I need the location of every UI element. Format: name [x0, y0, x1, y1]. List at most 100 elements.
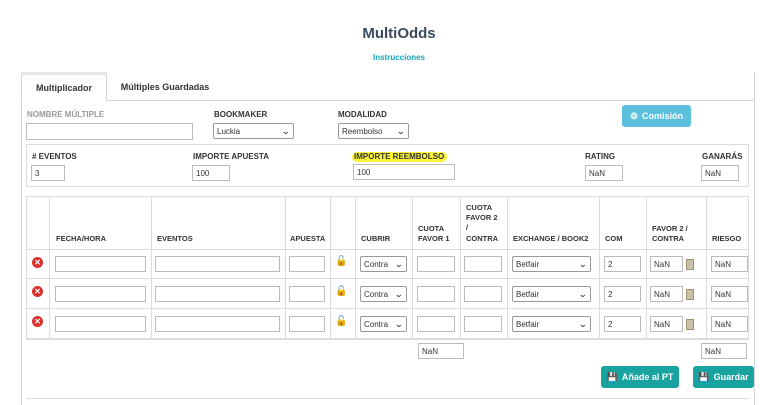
ganaras-value: NaN — [701, 165, 739, 181]
cuota1-input[interactable] — [417, 286, 455, 302]
th-com: COM — [605, 234, 623, 243]
th-favor2-a: FAVOR 2 / — [652, 224, 688, 233]
th-cubrir: CUBRIR — [361, 234, 391, 243]
calculator-icon[interactable] — [686, 289, 694, 300]
modalidad-label: MODALIDAD — [338, 110, 387, 119]
chevron-down-icon: ⌄ — [394, 288, 404, 299]
eventos-input[interactable]: 3 — [31, 165, 65, 181]
save-icon: 💾 — [606, 371, 618, 382]
table-header-divider — [26, 249, 749, 250]
cubrir-select[interactable]: Contra ⌄ — [360, 256, 407, 272]
th-eventos: EVENTOS — [157, 234, 193, 243]
lock-icon[interactable]: 🔓 — [335, 316, 347, 327]
th-apuesta: APUESTA — [290, 234, 326, 243]
tab-multiplicador[interactable]: Multiplicador — [21, 72, 107, 102]
gears-icon: ⚙ — [629, 110, 639, 121]
comision-label: Comisión — [642, 111, 684, 121]
th-cuota2-d: CONTRA — [466, 234, 499, 243]
chevron-down-icon: ⌄ — [578, 288, 588, 299]
fecha-input[interactable] — [55, 256, 146, 272]
evento-input[interactable] — [155, 286, 280, 302]
ganaras-label: GANARÁS — [702, 152, 743, 161]
fecha-input[interactable] — [55, 316, 146, 332]
chevron-down-icon: ⌄ — [394, 258, 404, 269]
cuota1-input[interactable] — [417, 256, 455, 272]
save-icon: 💾 — [698, 371, 710, 382]
riesgo-value: NaN — [711, 286, 748, 302]
cubrir-value: Contra — [364, 319, 389, 329]
exchange-select[interactable]: Betfair ⌄ — [512, 286, 591, 302]
th-cuota2-c: / — [466, 223, 469, 232]
cuota2-input[interactable] — [464, 256, 502, 272]
calculator-icon[interactable] — [686, 259, 694, 270]
cubrir-select[interactable]: Contra ⌄ — [360, 316, 407, 332]
evento-input[interactable] — [155, 256, 280, 272]
th-cuota2-b: FAVOR 2 — [466, 213, 498, 222]
delete-row-icon[interactable]: ✕ — [32, 316, 43, 327]
total-riesgo-value: NaN — [701, 343, 747, 359]
lock-icon[interactable]: 🔓 — [335, 286, 347, 297]
add-pt-button[interactable]: 💾 Añade al PT — [601, 366, 679, 388]
tab-multiples-guardadas[interactable]: Múltiples Guardadas — [110, 72, 220, 102]
evento-input[interactable] — [155, 316, 280, 332]
cuota2-input[interactable] — [464, 316, 502, 332]
cubrir-select[interactable]: Contra ⌄ — [360, 286, 407, 302]
favor2-value: NaN — [650, 286, 683, 302]
th-favor2-b: CONTRA — [652, 234, 685, 243]
rating-value: NaN — [585, 165, 623, 181]
save-button[interactable]: 💾 Guardar — [693, 366, 754, 388]
apuesta-input[interactable] — [289, 316, 325, 332]
th-cuota2-a: CUOTA — [466, 203, 493, 212]
cuota2-input[interactable] — [464, 286, 502, 302]
th-cuota1-a: CUOTA — [418, 224, 445, 233]
next-table-top — [26, 398, 749, 399]
importe-apuesta-label: IMPORTE APUESTA — [193, 152, 270, 161]
importe-apuesta-input[interactable]: 100 — [192, 165, 230, 181]
add-pt-label: Añade al PT — [621, 372, 674, 382]
delete-row-icon[interactable]: ✕ — [32, 286, 43, 297]
apuesta-input[interactable] — [289, 256, 325, 272]
chevron-down-icon: ⌄ — [396, 125, 406, 136]
importe-reembolso-input[interactable]: 100 — [353, 164, 455, 180]
chevron-down-icon: ⌄ — [578, 258, 588, 269]
save-label: Guardar — [713, 372, 749, 382]
chevron-down-icon: ⌄ — [578, 318, 588, 329]
instructions-link[interactable]: Instrucciones — [0, 53, 760, 62]
bookmaker-label: BOOKMAKER — [214, 110, 268, 119]
exchange-select[interactable]: Betfair ⌄ — [512, 316, 591, 332]
cubrir-value: Contra — [364, 259, 389, 269]
exchange-value: Betfair — [516, 319, 540, 329]
modalidad-value: Reembolso — [342, 126, 383, 136]
calculator-icon[interactable] — [686, 319, 694, 330]
modalidad-select[interactable]: Reembolso ⌄ — [338, 123, 409, 139]
nombre-input[interactable] — [26, 123, 193, 140]
importe-reembolso-label: IMPORTE REEMBOLSO — [354, 152, 445, 161]
chevron-down-icon: ⌄ — [394, 318, 404, 329]
nombre-label: NOMBRE MÚLTIPLE — [27, 110, 105, 119]
eventos-label: # EVENTOS — [32, 152, 77, 161]
bookmaker-value: Luckia — [217, 126, 241, 136]
chevron-down-icon: ⌄ — [281, 125, 291, 136]
lock-icon[interactable]: 🔓 — [335, 256, 347, 267]
bookmaker-select[interactable]: Luckia ⌄ — [213, 123, 294, 139]
delete-row-icon[interactable]: ✕ — [32, 257, 43, 268]
favor2-value: NaN — [650, 256, 683, 272]
riesgo-value: NaN — [711, 256, 748, 272]
com-input[interactable]: 2 — [604, 256, 641, 272]
exchange-value: Betfair — [516, 289, 540, 299]
com-input[interactable]: 2 — [604, 286, 641, 302]
favor2-value: NaN — [650, 316, 683, 332]
th-exchange: EXCHANGE / BOOK2 — [513, 234, 589, 243]
rating-label: RATING — [585, 152, 616, 161]
cubrir-value: Contra — [364, 289, 389, 299]
fecha-input[interactable] — [55, 286, 146, 302]
page-title: MultiOdds — [362, 25, 436, 42]
comision-button[interactable]: ⚙ Comisión — [622, 105, 691, 127]
com-input[interactable]: 2 — [604, 316, 641, 332]
th-riesgo: RIESGO — [712, 234, 742, 243]
exchange-value: Betfair — [516, 259, 540, 269]
cuota1-input[interactable] — [417, 316, 455, 332]
total-cuota-value: NaN — [418, 343, 464, 359]
exchange-select[interactable]: Betfair ⌄ — [512, 256, 591, 272]
apuesta-input[interactable] — [289, 286, 325, 302]
